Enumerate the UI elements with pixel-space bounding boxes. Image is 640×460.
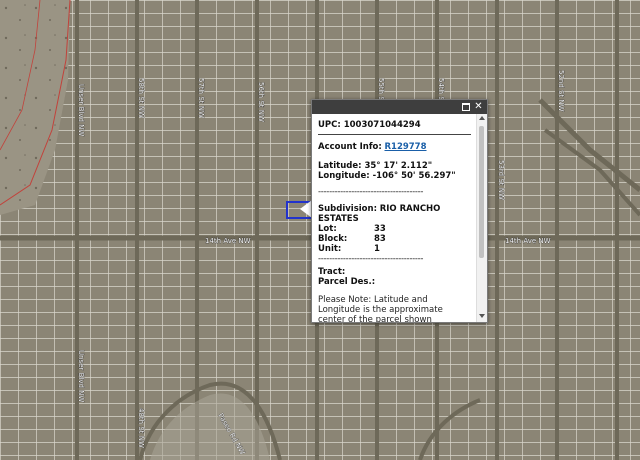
unit-value: 1 bbox=[374, 244, 380, 254]
account-link[interactable]: R129778 bbox=[384, 142, 426, 152]
block-label: Block: bbox=[318, 234, 348, 244]
popup-titlebar: ✕ bbox=[312, 100, 487, 114]
block-value: 83 bbox=[374, 234, 386, 244]
scroll-thumb[interactable] bbox=[479, 126, 484, 258]
scroll-down-icon[interactable] bbox=[479, 314, 485, 318]
subdivision-row: Subdivision: RIO RANCHO ESTATES bbox=[318, 204, 471, 224]
longitude-text: Longitude: -106° 50' 56.297" bbox=[318, 171, 456, 181]
account-info: Account Info: R129778 bbox=[318, 142, 471, 152]
lot-row: Lot: 33 bbox=[318, 224, 471, 234]
block-row: Block: 83 bbox=[318, 234, 471, 244]
lot-label: Lot: bbox=[318, 224, 337, 234]
street-label: Unser Blvd NW bbox=[77, 84, 85, 136]
subdivision-label: Subdivision: bbox=[318, 204, 377, 214]
street-label: Unser Blvd NW bbox=[77, 350, 85, 402]
street-label: 58th St NW bbox=[137, 78, 145, 118]
separator-line: -------------------------------------- bbox=[318, 254, 424, 264]
street-label: 57th St NW bbox=[197, 78, 205, 118]
close-icon[interactable]: ✕ bbox=[473, 101, 484, 112]
tract-label: Tract: bbox=[318, 267, 346, 277]
parcel-info-popup: ✕ UPC: 1003071044294 Account Info: R1297… bbox=[311, 99, 488, 323]
lot-value: 33 bbox=[374, 224, 386, 234]
maximize-icon[interactable] bbox=[460, 101, 471, 112]
note-text: Please Note: Latitude and Longitude is t… bbox=[318, 295, 443, 322]
latitude-text: Latitude: 35° 17' 2.112" bbox=[318, 161, 433, 171]
popup-scrollbar[interactable] bbox=[476, 114, 487, 322]
upc-text: UPC: 1003071044294 bbox=[318, 120, 471, 135]
scroll-up-icon[interactable] bbox=[479, 116, 485, 120]
street-label: 56th St NW bbox=[257, 82, 265, 122]
street-label: 53rd St NW bbox=[497, 160, 505, 200]
street-label: 48th St NW bbox=[137, 408, 145, 448]
unit-row: Unit: 1 bbox=[318, 244, 471, 254]
popup-content: UPC: 1003071044294 Account Info: R129778… bbox=[312, 114, 477, 322]
separator-line: -------------------------------------- bbox=[318, 187, 424, 197]
street-label: 14th Ave NW bbox=[505, 237, 551, 245]
parcel-des-label: Parcel Des.: bbox=[318, 277, 376, 287]
account-label: Account Info: bbox=[318, 142, 382, 152]
street-label: 52nd St NW bbox=[557, 70, 565, 112]
street-label: 14th Ave NW bbox=[205, 237, 251, 245]
unit-label: Unit: bbox=[318, 244, 342, 254]
